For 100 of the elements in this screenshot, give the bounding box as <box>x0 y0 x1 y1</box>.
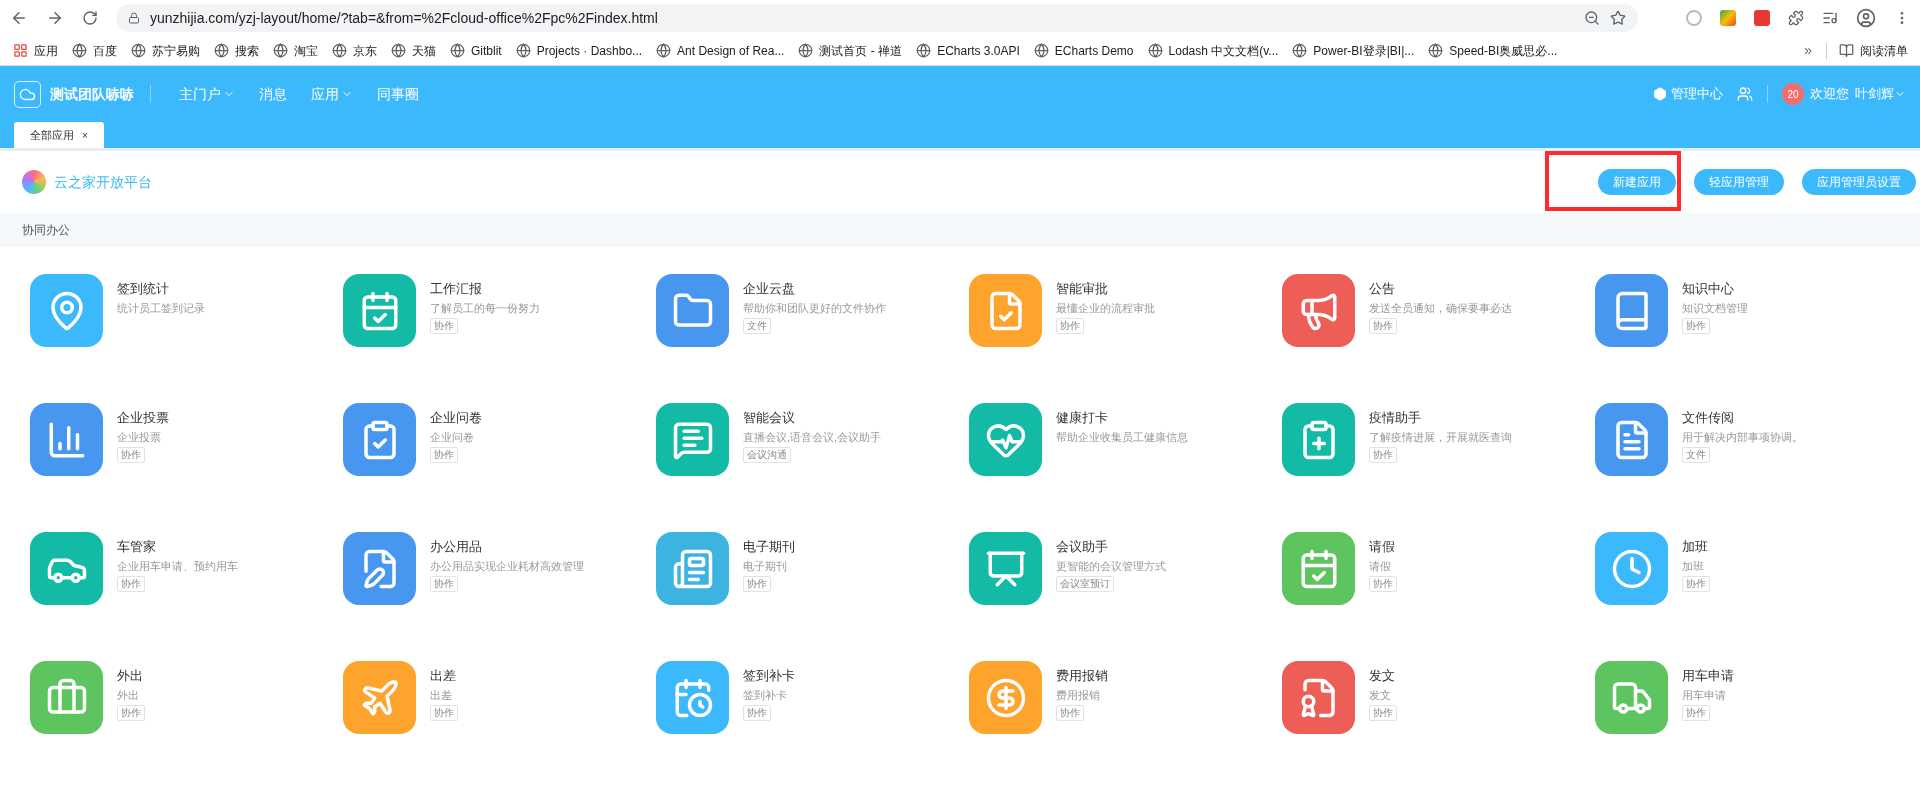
app-tile[interactable]: 疫情助手 了解疫情进展，开展就医查询 协作 <box>1282 403 1595 476</box>
section-title: 协同办公 <box>22 222 70 239</box>
app-description: 企业问卷 <box>430 430 474 445</box>
app-name: 公告 <box>1369 280 1395 298</box>
cloud-logo-icon <box>14 80 41 108</box>
reading-list-icon[interactable] <box>1839 43 1854 58</box>
app-name: 请假 <box>1369 538 1395 556</box>
app-description: 了解员工的每一份努力 <box>430 301 540 316</box>
app-tile[interactable]: 文件传阅 用于解决内部事项协调。 文件 <box>1595 403 1908 476</box>
forward-icon[interactable] <box>46 9 64 27</box>
bookmark-link[interactable]: 苏宁易购 <box>152 41 200 60</box>
address-bar[interactable]: yunzhijia.com/yzj-layout/home/?tab=&from=%2Fcloud-office%2Fpc%2Findex.html <box>116 4 1638 32</box>
bookmark-link[interactable]: 百度 <box>93 41 117 60</box>
app-tile[interactable]: 办公用品 办公用品实现企业耗材高效管理 协作 <box>343 532 656 605</box>
app-tile[interactable]: 电子期刊 电子期刊 协作 <box>656 532 969 605</box>
app-name: 智能审批 <box>1056 280 1108 298</box>
app-tile[interactable]: 企业投票 企业投票 协作 <box>30 403 343 476</box>
app-tag: 协作 <box>430 705 458 721</box>
app-tile[interactable]: 请假 请假 协作 <box>1282 532 1595 605</box>
app-tile[interactable]: 企业云盘 帮助你和团队更好的文件协作 文件 <box>656 274 969 347</box>
app-description: 了解疫情进展，开展就医查询 <box>1369 430 1512 445</box>
app-description: 发送全员通知，确保要事必达 <box>1369 301 1512 316</box>
app-tile[interactable]: 企业问卷 企业问卷 协作 <box>343 403 656 476</box>
app-tag: 协作 <box>743 576 771 592</box>
app-name: 出差 <box>430 667 456 685</box>
bookmark-link[interactable]: Gitblit <box>471 41 502 60</box>
globe-icon <box>916 43 932 58</box>
tab-close[interactable]: × <box>82 127 88 143</box>
bookmark-link[interactable]: 京东 <box>353 41 377 60</box>
bookmark-link[interactable]: ECharts 3.0API <box>937 41 1020 60</box>
app-description: 出差 <box>430 688 452 703</box>
app-description: 企业投票 <box>117 430 161 445</box>
profile-icon[interactable] <box>1856 8 1876 28</box>
globe-icon <box>332 43 347 58</box>
bookmark-link[interactable]: 应用 <box>34 41 58 60</box>
reading-list-link[interactable]: 阅读清单 <box>1860 41 1914 60</box>
puzzle-icon[interactable] <box>1788 10 1804 26</box>
bookmark-link[interactable]: Speed-BI奥威思必... <box>1449 41 1558 60</box>
apps-grid-icon <box>13 43 28 58</box>
app-description: 最懂企业的流程审批 <box>1056 301 1155 316</box>
app-tile[interactable]: 会议助手 更智能的会议管理方式 会议室预订 <box>969 532 1282 605</box>
app-tile[interactable]: 签到补卡 签到补卡 协作 <box>656 661 969 734</box>
reload-icon[interactable] <box>82 10 98 26</box>
app-description: 更智能的会议管理方式 <box>1056 559 1166 574</box>
app-name: 用车申请 <box>1682 667 1734 685</box>
app-name: 费用报销 <box>1056 667 1108 685</box>
tab-label[interactable]: 全部应用 <box>30 126 74 144</box>
back-icon[interactable] <box>10 9 28 27</box>
bookmark-link[interactable]: Ant Design of Rea... <box>677 41 785 60</box>
bookmark-link[interactable]: 搜索 <box>235 41 259 60</box>
app-tile[interactable]: 用车申请 用车申请 协作 <box>1595 661 1908 734</box>
star-icon[interactable] <box>1610 10 1626 26</box>
app-name: 疫情助手 <box>1369 409 1421 427</box>
app-name: 健康打卡 <box>1056 409 1108 427</box>
app-tile[interactable]: 费用报销 费用报销 协作 <box>969 661 1282 734</box>
app-name: 企业云盘 <box>743 280 795 298</box>
globe-icon <box>391 43 406 58</box>
app-tile[interactable]: 出差 出差 协作 <box>343 661 656 734</box>
app-tag: 会议沟通 <box>743 447 791 463</box>
app-tile[interactable]: 工作汇报 了解员工的每一份努力 协作 <box>343 274 656 347</box>
app-description: 直播会议,语音会议,会议助手 <box>743 430 882 445</box>
bookmark-link[interactable]: Lodash 中文文档(v... <box>1168 41 1279 60</box>
more-bookmarks[interactable]: » <box>1796 40 1820 61</box>
app-tile[interactable]: 智能审批 最懂企业的流程审批 协作 <box>969 274 1282 347</box>
globe-icon <box>214 43 229 58</box>
bookmark-link[interactable]: 测试首页 - 禅道 <box>819 41 903 60</box>
app-tile[interactable]: 健康打卡 帮助企业收集员工健康信息 <box>969 403 1282 476</box>
app-tag: 协作 <box>1056 318 1084 334</box>
app-tag: 会议室预订 <box>1056 576 1114 592</box>
app-tile[interactable]: 加班 加班 协作 <box>1595 532 1908 605</box>
app-tag: 协作 <box>117 705 145 721</box>
app-description: 用于解决内部事项协调。 <box>1682 430 1803 445</box>
hexagon-icon <box>1653 87 1667 101</box>
app-tile[interactable]: 签到统计 统计员工签到记录 <box>30 274 343 347</box>
bookmark-link[interactable]: 淘宝 <box>294 41 318 60</box>
bookmark-link[interactable]: ECharts Demo <box>1054 41 1134 60</box>
globe-icon <box>515 43 531 58</box>
app-description: 知识文档管理 <box>1682 301 1748 316</box>
app-tile[interactable]: 发文 发文 协作 <box>1282 661 1595 734</box>
globe-icon <box>72 43 87 58</box>
app-tile[interactable]: 车管家 企业用车申请、预约用车 协作 <box>30 532 343 605</box>
app-name: 会议助手 <box>1056 538 1108 556</box>
tab[interactable]: 全部应用 × <box>14 122 104 148</box>
app-tag: 文件 <box>743 318 771 334</box>
bookmark-link[interactable]: Projects · Dashbo... <box>536 41 643 60</box>
bookmark-link[interactable]: Power-BI登录|BI|... <box>1313 41 1415 60</box>
app-name: 企业问卷 <box>430 409 482 427</box>
app-description: 签到补卡 <box>743 688 787 703</box>
app-tile[interactable]: 公告 发送全员通知，确保要事必达 协作 <box>1282 274 1595 347</box>
app-tile[interactable]: 知识中心 知识文档管理 协作 <box>1595 274 1908 347</box>
app-tag: 协作 <box>1682 318 1710 334</box>
app-description: 帮助企业收集员工健康信息 <box>1056 430 1188 445</box>
welcome-text: 欢迎您 <box>1810 85 1849 104</box>
app-tile[interactable]: 智能会议 直播会议,语音会议,会议助手 会议沟通 <box>656 403 969 476</box>
zoom-out-icon[interactable] <box>1584 10 1600 26</box>
bookmark-link[interactable]: 天猫 <box>412 41 436 60</box>
media-icon[interactable] <box>1822 10 1838 26</box>
app-tile[interactable]: 外出 外出 协作 <box>30 661 343 734</box>
app-tag: 协作 <box>117 576 145 592</box>
globe-icon <box>131 43 146 58</box>
